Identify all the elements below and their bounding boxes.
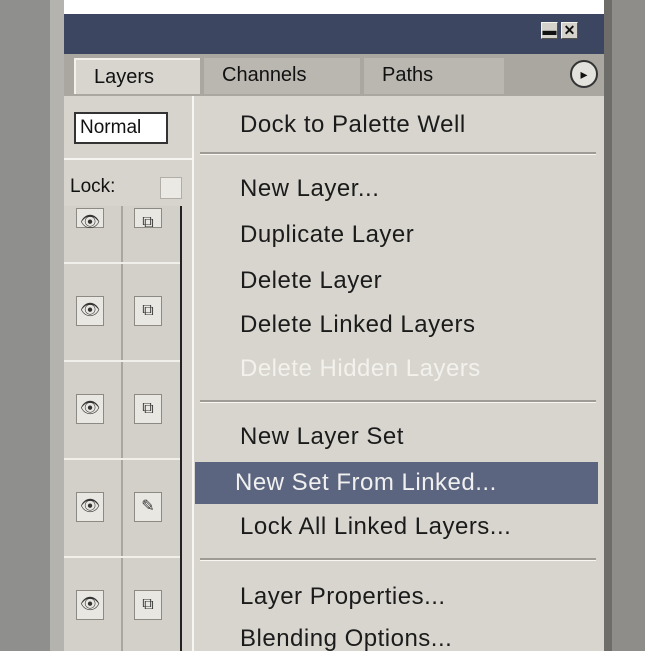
menu-item-layer-properties[interactable]: Layer Properties... <box>200 576 446 618</box>
minimize-button[interactable]: ▬ <box>541 22 558 39</box>
chain-link-icon[interactable]: ⧉ <box>134 394 162 424</box>
desktop-background-right <box>612 0 645 651</box>
blend-mode-select[interactable]: Normal <box>74 112 168 144</box>
chain-link-icon[interactable]: ⧉ <box>134 296 162 326</box>
close-button[interactable]: ✕ <box>561 22 578 39</box>
menu-item-label: Duplicate Layer <box>240 221 415 248</box>
tab-layers[interactable]: Layers <box>74 58 200 94</box>
eye-icon[interactable]: 👁 <box>76 394 104 424</box>
menu-item-label: New Layer... <box>240 175 380 202</box>
eye-icon[interactable]: 👁 <box>76 492 104 522</box>
window-edge-right <box>604 0 612 651</box>
layers-list[interactable] <box>64 206 182 651</box>
palette-tab-strip: Layers Channels Paths ▸ <box>64 54 604 96</box>
menu-item-label: Blending Options... <box>240 625 453 651</box>
window-edge-left <box>50 0 64 651</box>
row-separator <box>64 262 180 264</box>
row-separator <box>64 556 180 558</box>
eye-icon[interactable]: 👁 <box>76 590 104 620</box>
menu-item-delete-layer[interactable]: Delete Layer <box>200 260 382 302</box>
lock-transparency-checkbox[interactable] <box>160 177 182 199</box>
layers-column-divider <box>121 206 123 651</box>
row-separator <box>64 360 180 362</box>
menu-item-label: Delete Layer <box>240 267 383 294</box>
brush-icon[interactable]: ✎ <box>134 492 162 522</box>
menu-separator <box>200 558 596 561</box>
tab-paths[interactable]: Paths <box>364 58 504 94</box>
menu-item-label: Lock All Linked Layers... <box>240 513 512 540</box>
palette-menu-button[interactable]: ▸ <box>570 60 598 88</box>
eye-icon[interactable]: 👁 <box>76 296 104 326</box>
menu-item-label: New Layer Set <box>240 423 404 450</box>
palette-title-bar[interactable]: ▬ ✕ <box>64 14 604 54</box>
menu-separator <box>200 400 596 403</box>
menu-item-label: Layer Properties... <box>240 583 446 610</box>
row-separator <box>64 458 180 460</box>
menu-item-dock-to-palette-well[interactable]: Dock to Palette Well <box>200 104 466 146</box>
menu-item-delete-hidden-layers: Delete Hidden Layers <box>200 348 481 390</box>
desktop-background-left <box>0 0 50 651</box>
eye-icon[interactable]: 👁 <box>76 208 104 231</box>
menu-separator <box>200 152 596 155</box>
tab-channels[interactable]: Channels <box>204 58 360 94</box>
menu-item-label: Delete Linked Layers <box>240 311 476 338</box>
menu-item-lock-all-linked-layers[interactable]: Lock All Linked Layers... <box>200 506 511 548</box>
panel-divider <box>64 158 192 160</box>
menu-item-label: Dock to Palette Well <box>240 111 466 138</box>
chain-link-icon[interactable]: ⧉ <box>134 590 162 620</box>
menu-item-blending-options[interactable]: Blending Options... <box>200 618 452 651</box>
menu-item-new-layer-set[interactable]: New Layer Set <box>200 416 404 458</box>
menu-item-label: Delete Hidden Layers <box>240 355 481 382</box>
menu-item-duplicate-layer[interactable]: Duplicate Layer <box>200 214 414 256</box>
lock-label: Lock: <box>70 176 116 197</box>
menu-item-label: New Set From Linked... <box>235 469 497 496</box>
screenshot-frame: ▬ ✕ Layers Channels Paths ▸ Normal Lock:… <box>0 0 645 651</box>
menu-item-new-layer[interactable]: New Layer... <box>200 168 379 210</box>
menu-item-new-set-from-linked[interactable]: New Set From Linked... <box>195 462 598 504</box>
menu-item-delete-linked-layers[interactable]: Delete Linked Layers <box>200 304 475 346</box>
chain-link-icon[interactable]: ⧉ <box>134 208 162 231</box>
